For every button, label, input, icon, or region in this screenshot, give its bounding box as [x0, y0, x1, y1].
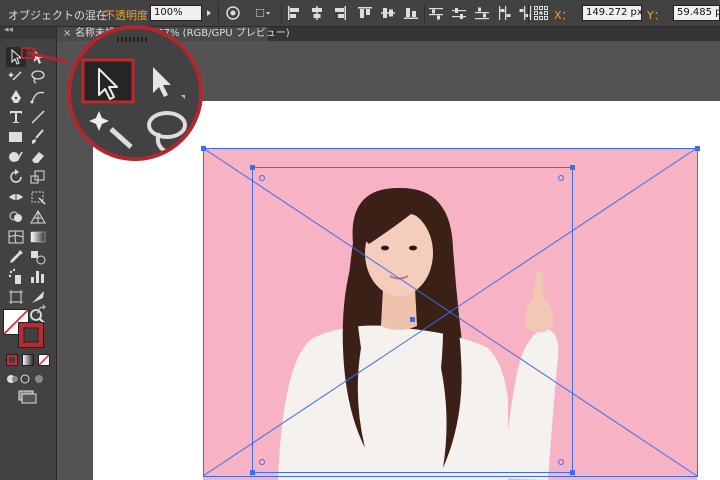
mesh-tool-icon[interactable]	[6, 227, 26, 247]
width-tool-icon[interactable]	[6, 187, 26, 207]
recolor-artwork-icon[interactable]	[225, 5, 241, 21]
direct-selection-tool-icon[interactable]	[28, 47, 48, 67]
rotate-tool-icon[interactable]	[6, 167, 26, 187]
pen-tool-icon[interactable]	[6, 87, 26, 107]
tools-panel-header[interactable]: ◂◂	[0, 25, 56, 39]
swap-fill-stroke-icon[interactable]	[36, 304, 48, 316]
woman-pointing-photo[interactable]	[203, 148, 697, 480]
stroke-swatch[interactable]	[18, 322, 44, 348]
none-mode-button[interactable]	[38, 354, 50, 366]
eraser-tool-icon[interactable]	[28, 147, 48, 167]
control-bar: オブジェクトの混在 不透明度： 100% X： 149.272 px Y： 59…	[0, 0, 720, 27]
distribute-center-icon[interactable]	[451, 5, 467, 21]
tools-panel: ◂◂	[0, 25, 57, 480]
column-graph-tool-icon[interactable]	[28, 267, 48, 287]
align-bottom-icon[interactable]	[403, 5, 419, 21]
align-right-icon[interactable]	[332, 5, 348, 21]
symbol-sprayer-tool-icon[interactable]	[6, 267, 26, 287]
zoom-callout	[67, 25, 203, 161]
distribute-left-icon[interactable]	[496, 5, 512, 21]
free-transform-tool-icon[interactable]	[28, 187, 48, 207]
x-position-input[interactable]: 149.272 px	[582, 5, 642, 21]
distribute-right-icon[interactable]	[518, 5, 534, 21]
selection-tool-icon[interactable]	[6, 47, 26, 67]
align-to-icon[interactable]	[255, 5, 277, 21]
align-vertical-center-icon[interactable]	[380, 5, 396, 21]
close-tab-icon[interactable]: ×	[63, 27, 71, 41]
distribute-top-icon[interactable]	[428, 5, 444, 21]
collapse-panel-icon[interactable]: ◂◂	[4, 25, 13, 35]
line-segment-tool-icon[interactable]	[28, 107, 48, 127]
paintbrush-tool-icon[interactable]	[28, 127, 48, 147]
align-top-icon[interactable]	[357, 5, 373, 21]
gradient-mode-button[interactable]	[22, 354, 34, 366]
lasso-tool-icon[interactable]	[28, 67, 48, 87]
x-position-label: X：	[554, 9, 573, 22]
opacity-input[interactable]: 100%	[150, 5, 202, 21]
rectangle-tool-icon[interactable]	[6, 127, 26, 147]
opacity-dropdown-arrow-icon[interactable]	[201, 5, 211, 21]
eyedropper-tool-icon[interactable]	[6, 247, 26, 267]
shaper-tool-icon[interactable]	[6, 147, 26, 167]
drawing-modes-icon[interactable]	[6, 373, 46, 385]
curvature-tool-icon[interactable]	[28, 87, 48, 107]
color-mode-button[interactable]	[6, 354, 18, 366]
align-left-icon[interactable]	[286, 5, 302, 21]
artboard-tool-icon[interactable]	[6, 287, 26, 307]
blend-tool-icon[interactable]	[28, 247, 48, 267]
type-tool-icon[interactable]	[6, 107, 26, 127]
reference-point-icon[interactable]	[533, 5, 549, 21]
magic-wand-tool-icon[interactable]	[6, 67, 26, 87]
perspective-grid-tool-icon[interactable]	[28, 207, 48, 227]
align-horizontal-center-icon[interactable]	[309, 5, 325, 21]
distribute-bottom-icon[interactable]	[474, 5, 490, 21]
y-position-label: Y：	[647, 9, 665, 22]
gradient-tool-icon[interactable]	[28, 227, 48, 247]
object-type-label: オブジェクトの混在	[8, 9, 107, 22]
screen-mode-icon[interactable]	[17, 390, 37, 404]
y-position-input[interactable]: 59.485 px	[673, 5, 720, 21]
shape-builder-tool-icon[interactable]	[6, 207, 26, 227]
scale-tool-icon[interactable]	[28, 167, 48, 187]
